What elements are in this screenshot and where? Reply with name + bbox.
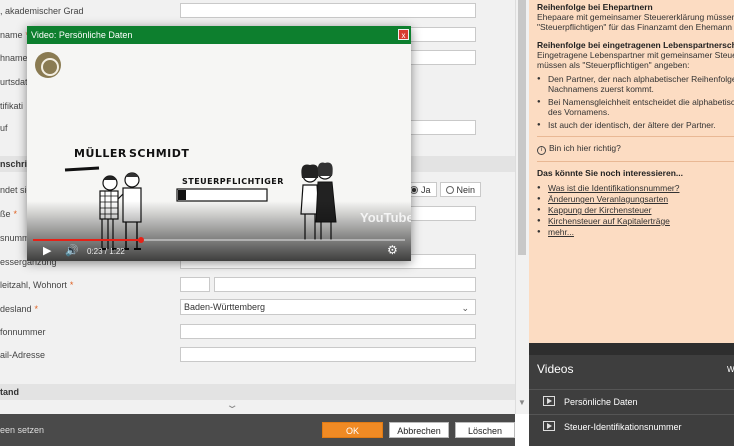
youtube-watermark[interactable]: YouTube (360, 210, 411, 225)
scroll-down-icon[interactable]: ▼ (517, 398, 527, 410)
settings-gear-icon[interactable]: ⚙ (387, 243, 398, 257)
state-select[interactable]: Baden-Württemberg ⌄ (180, 299, 476, 315)
video-progress-fill (33, 239, 141, 241)
field-label: hname (0, 53, 28, 63)
video-player[interactable]: MÜLLER SCHMIDT STEUERPFLICHTIGER YouTube… (27, 44, 411, 261)
radio-no[interactable]: Nein (439, 182, 482, 197)
form-row-state: desland * Baden-Württemberg ⌄ (0, 297, 515, 321)
section-header-status: tand (0, 384, 515, 400)
field-label: uf (0, 123, 8, 133)
videos-panel: Videos W Persönliche Daten Steuer-Identi… (529, 343, 734, 446)
divider (537, 161, 734, 162)
help-heading-partners: Reihenfolge bei eingetragenen Lebenspart… (537, 40, 734, 50)
videos-title: Videos (537, 362, 574, 376)
title-input[interactable] (180, 3, 476, 18)
field-label: desland * (0, 304, 39, 314)
related-link[interactable]: Kappung der Kirchensteuer (537, 205, 734, 216)
form-scrollbar-thumb[interactable] (518, 0, 526, 255)
list-item: Den Partner, der nach alphabetischer Rei… (537, 74, 734, 94)
action-bar: een setzen OK Abbrechen Löschen (0, 414, 515, 446)
field-label: , akademischer Grad (0, 6, 84, 16)
help-text: "Steuerpflichtigen" für das Finanzamt de… (537, 22, 734, 32)
video-progress-handle[interactable] (138, 237, 144, 243)
help-text: Eingetragene Lebenspartner mit gemeinsam… (537, 50, 734, 60)
list-item: Ist auch der identisch, der ältere der P… (537, 120, 734, 130)
form-row-email: ail-Adresse (0, 343, 515, 367)
help-panel: Reihenfolge bei Ehepartnern Ehepaare mit… (529, 0, 734, 343)
info-icon: i (537, 146, 546, 155)
sketch-name-1: MÜLLER (74, 147, 127, 160)
email-input[interactable] (180, 347, 476, 362)
action-bar-hint[interactable]: een setzen (0, 414, 44, 446)
sketch-name-2: SCHMIDT (129, 147, 190, 160)
state-select-value: Baden-Württemberg (184, 302, 266, 312)
popup-titlebar[interactable]: Video: Persönliche Daten (27, 26, 411, 44)
field-label: ail-Adresse (0, 350, 46, 360)
cancel-button[interactable]: Abbrechen (389, 422, 449, 438)
videos-extra: W (727, 365, 734, 374)
play-icon[interactable]: ▶ (43, 244, 51, 257)
phone-input[interactable] (180, 324, 476, 339)
delete-button[interactable]: Löschen (455, 422, 515, 438)
related-title: Das könnte Sie noch interessieren... (537, 168, 683, 178)
video-play-icon (543, 421, 555, 431)
related-links: Was ist die Identifikationsnummer? Änder… (537, 183, 734, 238)
city-input[interactable] (214, 277, 476, 292)
form-row-phone: fonnummer (0, 320, 515, 344)
form-row-title: , akademischer Grad (0, 0, 515, 23)
married-radio-group: Ja Nein (404, 182, 482, 197)
ok-button[interactable]: OK (322, 422, 383, 438)
popup-title: Video: Persönliche Daten (31, 30, 133, 40)
video-item-tax-id[interactable]: Steuer-Identifikationsnummer (529, 414, 734, 438)
field-label: fonnummer (0, 327, 46, 337)
list-item: Bei Namensgleichheit entscheidet die alp… (537, 97, 734, 117)
related-link[interactable]: Was ist die Identifikationsnummer? (537, 183, 734, 194)
video-item-personal-data[interactable]: Persönliche Daten (529, 389, 734, 413)
radio-unselected-icon (445, 185, 454, 194)
related-link[interactable]: mehr... (537, 227, 734, 238)
sketch-board-label: STEUERPFLICHTIGER (182, 177, 284, 186)
help-text: Ehepaare mit gemeinsamer Steuererklärung… (537, 12, 734, 22)
help-text: müssen als "Steuerpflichtigen" angeben: (537, 60, 690, 70)
field-label: name* (0, 30, 29, 40)
volume-icon[interactable]: 🔊 (65, 244, 79, 257)
related-link[interactable]: Kirchensteuer auf Kapitalerträge (537, 216, 734, 227)
divider (537, 136, 734, 137)
field-label: urtsdat (0, 77, 28, 87)
close-button[interactable]: x (398, 29, 409, 40)
radio-selected-icon (410, 185, 418, 194)
feedback-link[interactable]: i Bin ich hier richtig? (537, 143, 734, 155)
zip-input[interactable] (180, 277, 210, 292)
field-label: snumm (0, 233, 30, 243)
field-label: ße * (0, 209, 18, 219)
expand-chevron-icon[interactable]: ⌄ (225, 400, 238, 411)
form-row-zip-city: leitzahl, Wohnort * (0, 273, 515, 297)
video-play-icon (543, 396, 555, 406)
related-link[interactable]: Änderungen Veranlagungsarten (537, 194, 734, 205)
field-label: tifikati (0, 101, 24, 111)
field-label: leitzahl, Wohnort * (0, 280, 74, 290)
help-bullet-list: Den Partner, der nach alphabetischer Rei… (537, 74, 734, 130)
video-timestamp: 0:23 / 1:22 (87, 247, 125, 256)
player-controls-shade (27, 201, 411, 261)
chevron-down-icon: ⌄ (461, 303, 469, 313)
video-popup: Video: Persönliche Daten x MÜLLER SCHMID… (27, 26, 411, 261)
help-heading-spouses: Reihenfolge bei Ehepartnern (537, 2, 653, 12)
